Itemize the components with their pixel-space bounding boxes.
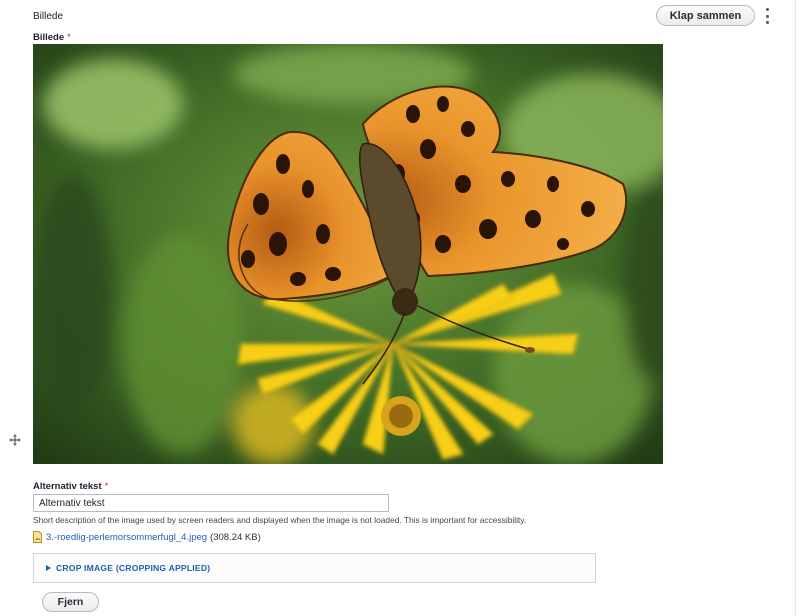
crop-image-details: CROP IMAGE (CROPPING APPLIED) xyxy=(33,553,596,583)
alt-text-label: Alternativ tekst * xyxy=(33,481,109,492)
remove-button[interactable]: Fjern xyxy=(42,592,99,612)
required-marker: * xyxy=(67,32,71,43)
file-size: (308.24 KB) xyxy=(210,531,261,543)
alt-text-input[interactable] xyxy=(33,494,389,512)
alt-text-description: Short description of the image used by s… xyxy=(33,515,527,525)
butterfly-photo xyxy=(33,44,663,464)
image-preview xyxy=(33,44,663,464)
drag-handle-icon[interactable] xyxy=(9,434,21,446)
section-label: Billede xyxy=(33,11,64,22)
crop-summary-label: CROP IMAGE (CROPPING APPLIED) xyxy=(56,563,211,573)
file-row: 3.-roedlig-perlemorsommerfugl_4.jpeg (30… xyxy=(33,531,261,543)
right-divider xyxy=(795,0,796,616)
image-file-icon xyxy=(33,531,42,543)
expand-triangle-icon xyxy=(46,565,51,571)
collapse-button[interactable]: Klap sammen xyxy=(656,5,755,26)
more-actions-icon[interactable] xyxy=(763,8,771,24)
image-field-label: Billede * xyxy=(33,32,71,43)
file-link[interactable]: 3.-roedlig-perlemorsommerfugl_4.jpeg xyxy=(46,532,207,543)
crop-image-toggle[interactable]: CROP IMAGE (CROPPING APPLIED) xyxy=(46,563,210,573)
required-marker: * xyxy=(104,481,109,492)
